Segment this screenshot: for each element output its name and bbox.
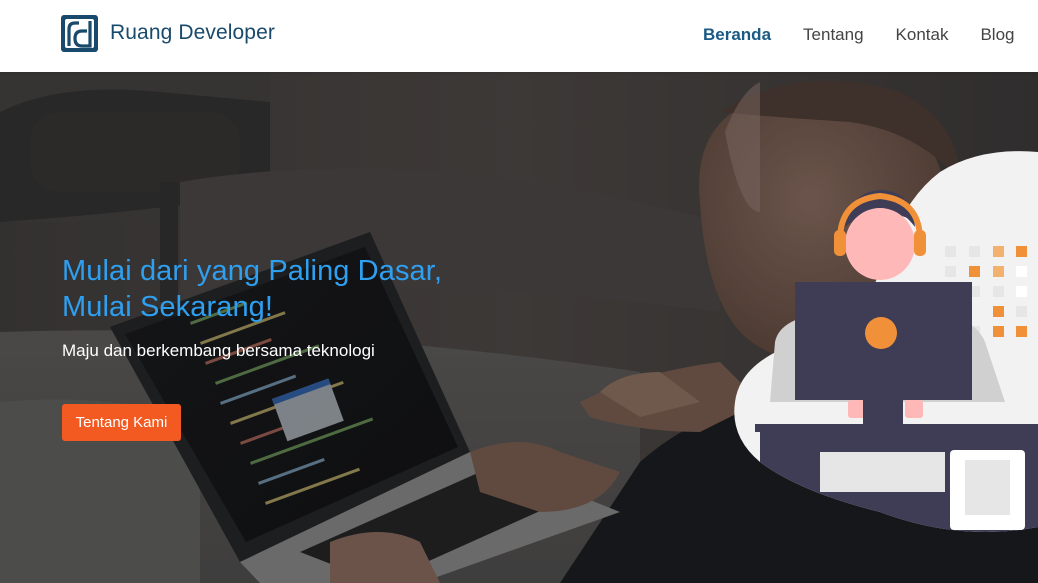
nav-link-tentang[interactable]: Tentang bbox=[803, 24, 864, 46]
rd-logo-icon bbox=[61, 14, 98, 52]
developer-illustration bbox=[734, 151, 1038, 532]
brand-link[interactable]: Ruang Developer bbox=[61, 14, 275, 52]
nav-link-kontak[interactable]: Kontak bbox=[896, 24, 949, 46]
brand-name: Ruang Developer bbox=[110, 21, 275, 44]
nav-link-blog[interactable]: Blog bbox=[980, 24, 1014, 46]
navbar: Ruang Developer Beranda Tentang Kontak B… bbox=[0, 0, 1038, 72]
main-nav: Beranda Tentang Kontak Blog bbox=[703, 24, 1038, 46]
nav-link-beranda[interactable]: Beranda bbox=[703, 24, 771, 46]
hero-section: Mulai dari yang Paling Dasar, Mulai Seka… bbox=[0, 72, 1038, 583]
